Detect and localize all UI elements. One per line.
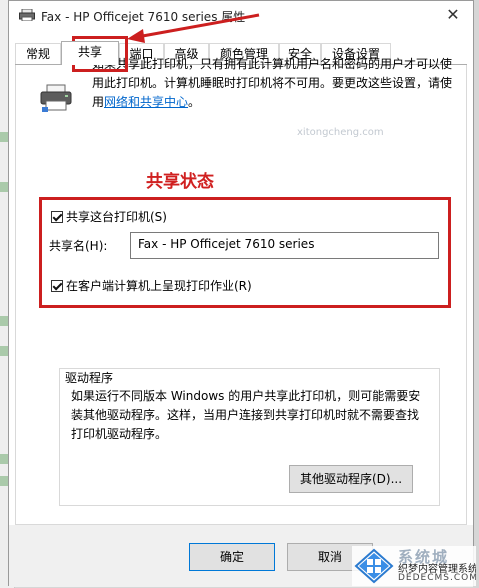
- background-mark: [0, 454, 8, 464]
- background-mark: [0, 316, 8, 326]
- network-sharing-center-link[interactable]: 网络和共享中心: [104, 95, 188, 109]
- render-jobs-label: 在客户端计算机上呈现打印作业(R): [66, 279, 252, 293]
- background-mark: [0, 182, 8, 192]
- info-line-suffix: 。: [188, 95, 201, 109]
- ok-button[interactable]: 确定: [189, 543, 275, 571]
- render-jobs-option[interactable]: 在客户端计算机上呈现打印作业(R): [51, 277, 252, 294]
- share-name-label: 共享名(H):: [49, 239, 108, 253]
- drivers-line: 如果运行不同版本 Windows 的用户共享此打印机，则可能需要安: [71, 389, 421, 403]
- render-jobs-checkbox[interactable]: [51, 279, 63, 292]
- info-line: 用网络和共享中心。: [92, 93, 200, 112]
- windows-logo-icon: [354, 548, 394, 584]
- share-printer-label: 共享这台打印机(S): [66, 210, 167, 224]
- tab-general[interactable]: 常规: [15, 43, 61, 64]
- share-printer-checkbox[interactable]: [51, 210, 63, 223]
- watermark-brand-en: DEDECMS.COM: [398, 573, 476, 583]
- info-line: 用此打印机。计算机睡眠时打印机将不可用。要更改这些设置，请使: [92, 76, 453, 90]
- share-printer-option[interactable]: 共享这台打印机(S): [51, 208, 167, 225]
- info-line-prefix: 用: [92, 95, 105, 109]
- printer-properties-dialog: Fax - HP Officejet 7610 series 属性 ✕ 常规 共…: [8, 0, 474, 587]
- drivers-description: 如果运行不同版本 Windows 的用户共享此打印机，则可能需要安 装其他驱动程…: [71, 387, 441, 444]
- red-arrow-annotation: [127, 13, 260, 43]
- sharing-status-annotation: 共享状态: [146, 172, 214, 192]
- printer-icon: [19, 9, 35, 21]
- dedecms-watermark: 系统城 织梦内容管理系统 DEDECMS.COM: [352, 546, 476, 586]
- background-mark: [0, 132, 8, 142]
- background-mark: [0, 476, 8, 486]
- close-icon[interactable]: ✕: [443, 5, 463, 24]
- tab-sharing[interactable]: 共享: [61, 41, 119, 65]
- share-name-input[interactable]: Fax - HP Officejet 7610 series: [130, 232, 439, 259]
- drivers-line: 装其他驱动程序。这样，当用户连接到共享打印机时就不需要查找: [71, 408, 420, 422]
- site-watermark: xitongcheng.com: [297, 127, 384, 138]
- drivers-line: 打印机驱动程序。: [71, 427, 168, 441]
- background-mark: [0, 346, 8, 356]
- additional-drivers-button[interactable]: 其他驱动程序(D)...: [289, 465, 413, 493]
- shared-printer-icon: [40, 84, 72, 112]
- info-line: 如果共享此打印机，只有拥有此计算机用户名和密码的用户才可以使: [92, 57, 453, 71]
- drivers-legend: 驱动程序: [63, 369, 116, 386]
